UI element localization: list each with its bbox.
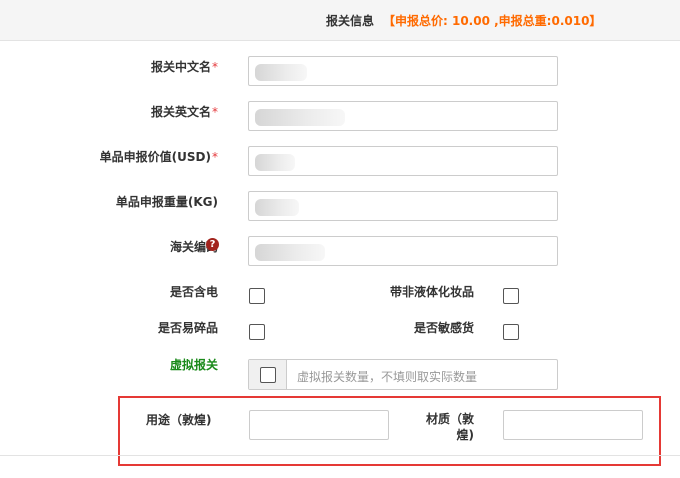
- fragile-checkbox[interactable]: [249, 324, 265, 340]
- en-name-label: 报关英文名*: [151, 103, 218, 120]
- unit-weight-label: 单品申报重量(KG): [116, 193, 218, 210]
- material-dunhuang-input[interactable]: [503, 410, 643, 440]
- declared-summary: 【申报总价: 10.00 ,申报总重:0.010】: [383, 14, 602, 28]
- redacted-value: [255, 109, 345, 126]
- redacted-value: [255, 64, 307, 81]
- unit-price-label-text: 单品申报价值(USD): [99, 150, 211, 164]
- sensitive-checkbox[interactable]: [503, 324, 519, 340]
- usage-dunhuang-input[interactable]: [249, 410, 389, 440]
- cn-name-label-text: 报关中文名: [150, 60, 211, 74]
- virtual-declare-checkbox[interactable]: [260, 367, 276, 383]
- non-liquid-cosmetic-checkbox[interactable]: [503, 288, 519, 304]
- material-label-line1: 材质（敦: [425, 412, 474, 426]
- has-battery-label: 是否含电: [169, 285, 218, 299]
- unit-weight-input[interactable]: [248, 191, 558, 221]
- en-name-input[interactable]: [248, 101, 558, 131]
- redacted-value: [255, 154, 295, 171]
- material-dunhuang-label: 材质（敦 煌): [426, 411, 474, 443]
- virtual-toggle-addon: [249, 360, 287, 389]
- unit-weight-label-text: 单品申报重量(KG): [115, 195, 218, 209]
- hs-code-input[interactable]: [248, 236, 558, 266]
- required-mark: *: [212, 150, 218, 164]
- question-circle-icon[interactable]: ?: [206, 238, 219, 251]
- virtual-quantity-group: 虚拟报关数量，不填则取实际数量: [248, 359, 558, 390]
- required-mark: *: [212, 60, 218, 74]
- fragile-label: 是否易碎品: [157, 321, 218, 335]
- virtual-declare-label: 虚拟报关: [169, 358, 218, 372]
- virtual-quantity-input[interactable]: 虚拟报关数量，不填则取实际数量: [297, 368, 477, 385]
- customs-info-title: 报关信息: [326, 14, 375, 28]
- section-divider: [0, 455, 680, 456]
- redacted-value: [255, 199, 299, 216]
- cn-name-label: 报关中文名*: [151, 58, 218, 75]
- cn-name-input[interactable]: [248, 56, 558, 86]
- non-liquid-cosmetic-label: 带非液体化妆品: [389, 285, 474, 299]
- en-name-label-text: 报关英文名: [150, 105, 211, 119]
- unit-price-label: 单品申报价值(USD)*: [100, 148, 218, 165]
- customs-info-header: 报关信息 【申报总价: 10.00 ,申报总重:0.010】: [0, 0, 680, 41]
- required-mark: *: [212, 105, 218, 119]
- sensitive-label: 是否敏感货: [413, 321, 474, 335]
- unit-price-input[interactable]: [248, 146, 558, 176]
- redacted-value: [255, 244, 325, 261]
- material-label-line2: 煌): [456, 428, 475, 442]
- usage-dunhuang-label: 用途（敦煌): [146, 413, 212, 427]
- has-battery-checkbox[interactable]: [249, 288, 265, 304]
